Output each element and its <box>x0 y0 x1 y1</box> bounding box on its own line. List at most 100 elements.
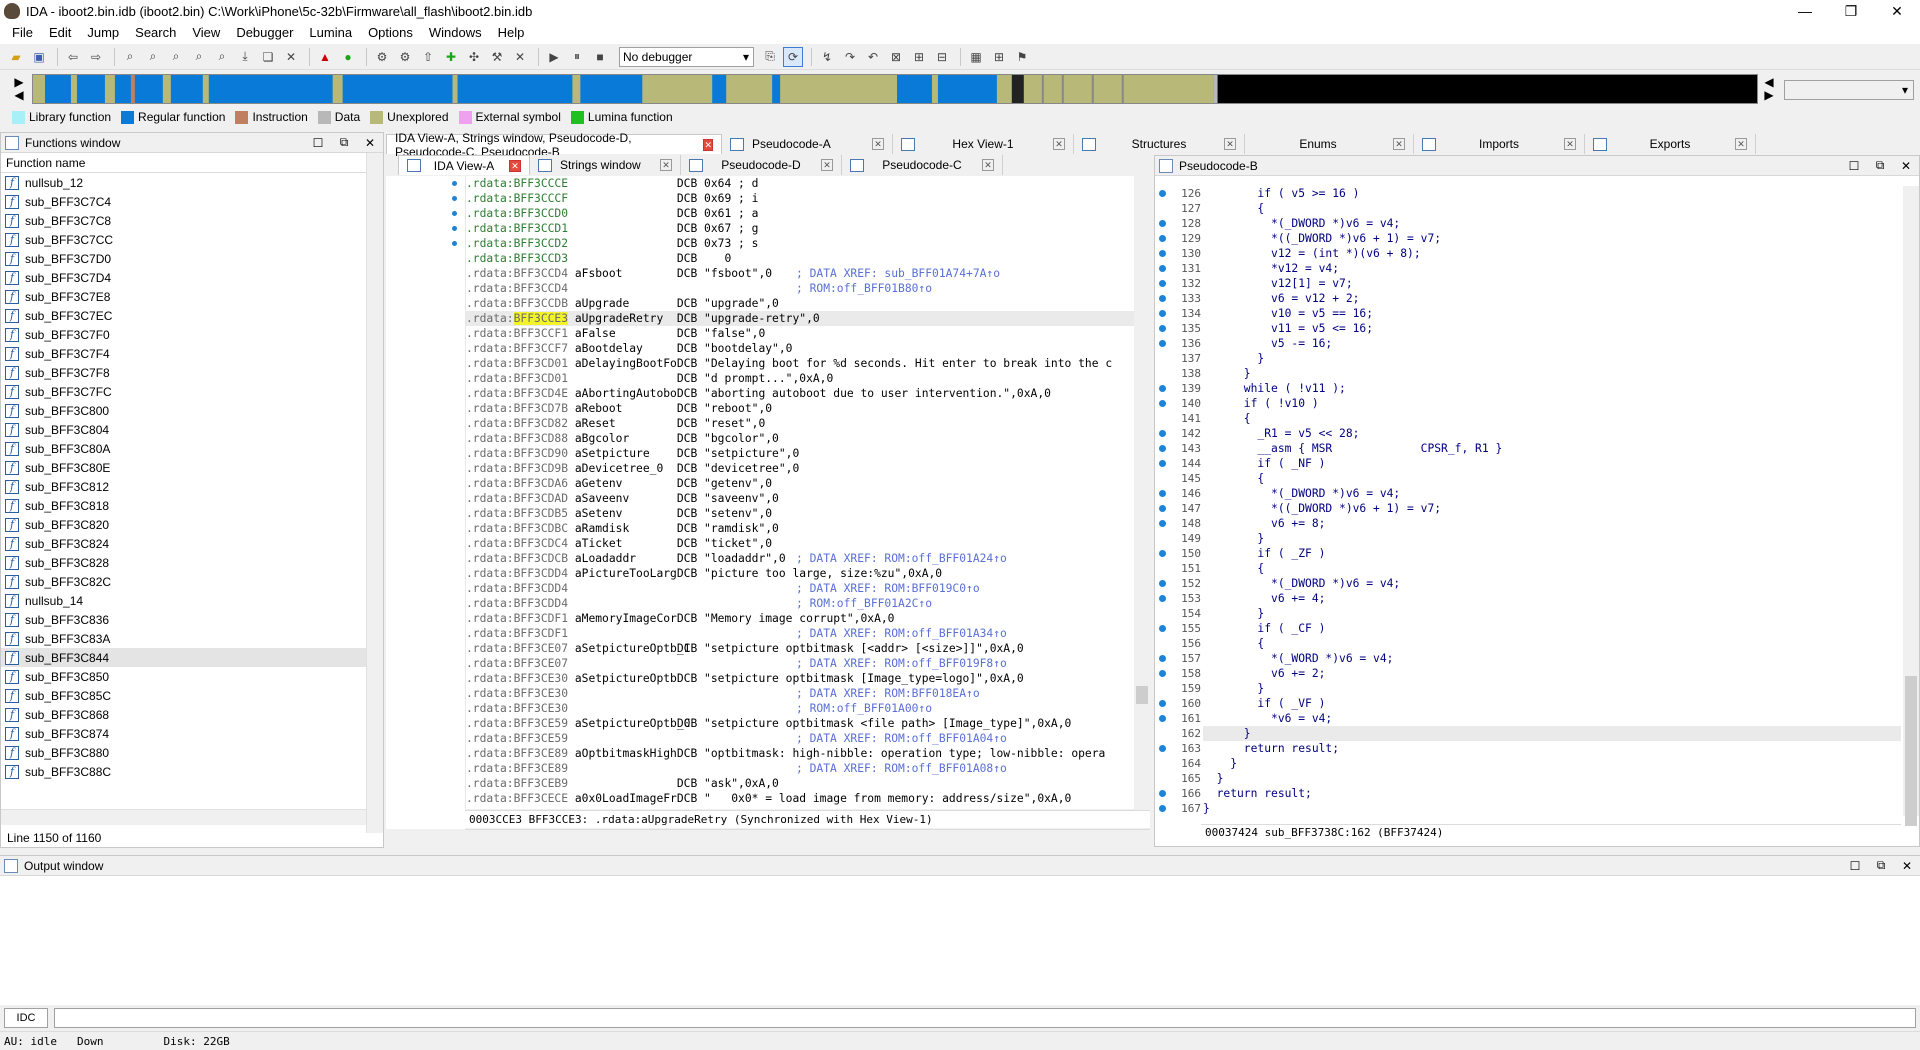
pseudocode-line[interactable]: v6 += 4; <box>1203 591 1901 606</box>
disasm-line[interactable]: .rdata:BFF3CE89 aOptbitmaskHighDCB "optb… <box>466 746 1150 761</box>
breakpoint-dot-icon[interactable] <box>1159 655 1166 662</box>
menu-options[interactable]: Options <box>360 22 421 44</box>
menu-lumina[interactable]: Lumina <box>301 22 360 44</box>
segment-select[interactable] <box>1784 80 1914 100</box>
pseudocode-line[interactable]: v6 += 8; <box>1203 516 1901 531</box>
add-green-icon[interactable]: ✚ <box>441 47 461 67</box>
functions-vertical-scrollbar[interactable] <box>366 153 383 833</box>
pseudocode-line[interactable]: return result; <box>1203 786 1901 801</box>
breakpoint-dot-icon[interactable] <box>1159 190 1166 197</box>
disasm-line[interactable]: .rdata:BFF3CCD3 DCB 0 <box>466 251 1150 266</box>
arrow-up-icon[interactable]: ⇧ <box>418 47 438 67</box>
pseudocode-line[interactable]: v10 = v5 == 16; <box>1203 306 1901 321</box>
disasm-line[interactable]: .rdata:BFF3CD88 aBgcolor DCB "bgcolor",0 <box>466 431 1150 446</box>
function-list-item[interactable]: f nullsub_12 <box>1 173 383 192</box>
disasm-line[interactable]: .rdata:BFF3CCCE DCB 0x64 ; d <box>466 176 1150 191</box>
breakpoint-dot-icon[interactable] <box>1159 325 1166 332</box>
tab-structures[interactable]: Structures ✕ <box>1074 134 1245 154</box>
graph-red-icon[interactable]: ▲ <box>315 47 335 67</box>
disasm-line[interactable]: .rdata:BFF3CCF7 aBootdelay DCB "bootdelay… <box>466 341 1150 356</box>
pseudocode-line[interactable]: __asm { MSR CPSR_f, R1 } <box>1203 441 1901 456</box>
breakpoint-dot-icon[interactable] <box>1159 235 1166 242</box>
menu-search[interactable]: Search <box>127 22 184 44</box>
back-arrow-icon[interactable]: ⇦ <box>63 47 83 67</box>
delete-x-icon[interactable]: ✕ <box>281 47 301 67</box>
function-list-item[interactable]: f sub_BFF3C828 <box>1 553 383 572</box>
disasm-line[interactable]: .rdata:BFF3CCD1 DCB 0x67 ; g <box>466 221 1150 236</box>
function-list-item[interactable]: f sub_BFF3C804 <box>1 420 383 439</box>
function-list-item[interactable]: f sub_BFF3C800 <box>1 401 383 420</box>
pseudocode-line[interactable]: } <box>1203 801 1901 816</box>
close-icon[interactable]: ✕ <box>1393 138 1405 150</box>
pause-icon[interactable]: ⏸ <box>567 47 587 67</box>
disasm-line[interactable]: .rdata:BFF3CE30 ; DATA XREF: ROM:BFF018E… <box>466 686 1150 701</box>
close-icon[interactable]: ✕ <box>1564 138 1576 150</box>
close-icon[interactable]: ✕ <box>660 159 672 171</box>
pseudocode-line[interactable]: if ( _CF ) <box>1203 621 1901 636</box>
maximize-button[interactable]: ❐ <box>1828 0 1874 22</box>
pseudocode-line[interactable]: v6 = v12 + 2; <box>1203 291 1901 306</box>
function-list-item[interactable]: f sub_BFF3C85C <box>1 686 383 705</box>
breakpoint-dot-icon[interactable] <box>1159 670 1166 677</box>
minimize-button[interactable]: — <box>1782 0 1828 22</box>
function-list-item[interactable]: f sub_BFF3C824 <box>1 534 383 553</box>
menu-debugger[interactable]: Debugger <box>228 22 301 44</box>
disasm-horizontal-scrollbar[interactable] <box>465 829 1150 844</box>
pseudocode-line[interactable]: } <box>1203 681 1901 696</box>
breakpoint-dot-icon[interactable] <box>1159 280 1166 287</box>
breakpoint-dot-icon[interactable] <box>1159 790 1166 797</box>
disasm-line[interactable]: .rdata:BFF3CEB9 DCB "ask",0xA,0 <box>466 776 1150 791</box>
disasm-line[interactable]: .rdata:BFF3CDF1 aMemoryImageCorDCB "Memo… <box>466 611 1150 626</box>
breakpoint-dot-icon[interactable] <box>1159 265 1166 272</box>
function-list-item[interactable]: f sub_BFF3C80A <box>1 439 383 458</box>
pseudocode-line[interactable]: } <box>1203 771 1901 786</box>
disasm-line[interactable]: .rdata:BFF3CE07 ; DATA XREF: ROM:off_BFF… <box>466 656 1150 671</box>
disasm-line[interactable]: .rdata:BFF3CDF1 ; DATA XREF: ROM:off_BFF… <box>466 626 1150 641</box>
cross-icon[interactable]: ✣ <box>464 47 484 67</box>
breakpoint-dot-icon[interactable] <box>1159 505 1166 512</box>
functions-horizontal-scrollbar[interactable] <box>1 809 366 825</box>
function-list-item[interactable]: f sub_BFF3C880 <box>1 743 383 762</box>
pseudocode-line[interactable]: if ( _VF ) <box>1203 696 1901 711</box>
pseudocode-editor[interactable]: if ( v5 >= 16 ) { *(_DWORD *)v6 = v4; *(… <box>1203 186 1901 816</box>
search-binary-icon[interactable]: ⌕ <box>189 47 209 67</box>
breakpoint-dot-icon[interactable] <box>1159 400 1166 407</box>
menu-file[interactable]: File <box>4 22 41 44</box>
breakpoint-dot-icon[interactable] <box>1159 595 1166 602</box>
nav-band-bar[interactable] <box>32 74 1758 104</box>
function-list-item[interactable]: f sub_BFF3C868 <box>1 705 383 724</box>
function-list-item[interactable]: f sub_BFF3C844 <box>1 648 383 667</box>
breakpoint-dot-icon[interactable] <box>1159 580 1166 587</box>
pseudocode-line[interactable]: *(_WORD *)v6 = v4; <box>1203 651 1901 666</box>
function-list-item[interactable]: f sub_BFF3C7F8 <box>1 363 383 382</box>
breakpoint-dot-icon[interactable] <box>1159 745 1166 752</box>
attach-icon[interactable]: ⎘ <box>760 47 780 67</box>
function-list-item[interactable]: f sub_BFF3C7F4 <box>1 344 383 363</box>
breakpoint-dot-icon[interactable] <box>1159 625 1166 632</box>
function-list-item[interactable]: f sub_BFF3C80E <box>1 458 383 477</box>
menu-help[interactable]: Help <box>490 22 533 44</box>
breakpoint-dot-icon[interactable] <box>1159 490 1166 497</box>
pseudocode-line[interactable]: } <box>1203 366 1901 381</box>
pseudocode-line[interactable]: *(_DWORD *)v6 = v4; <box>1203 216 1901 231</box>
search-next-icon[interactable]: ⌕ <box>212 47 232 67</box>
close-icon[interactable]: ✕ <box>703 138 713 151</box>
edit-function-icon[interactable]: ⚙ <box>395 47 415 67</box>
menu-view[interactable]: View <box>184 22 228 44</box>
disasm-line[interactable]: .rdata:BFF3CDD4 ; DATA XREF: ROM:BFF019C… <box>466 581 1150 596</box>
menu-edit[interactable]: Edit <box>41 22 79 44</box>
disasm-line[interactable]: .rdata:BFF3CDAD aSaveenv DCB "saveenv",0 <box>466 491 1150 506</box>
tab-pseudocode-c[interactable]: Pseudocode-C ✕ <box>842 155 1003 175</box>
function-list-item[interactable]: f sub_BFF3C88C <box>1 762 383 781</box>
trace-icon[interactable]: ⊞ <box>909 47 929 67</box>
graph-view-icon[interactable]: ⊞ <box>989 47 1009 67</box>
tab-strings-window[interactable]: Strings window ✕ <box>530 155 681 175</box>
pseudocode-line[interactable]: } <box>1203 756 1901 771</box>
command-input[interactable] <box>54 1008 1916 1028</box>
pseudocode-line[interactable]: } <box>1203 606 1901 621</box>
tab-enums[interactable]: Enums ✕ <box>1245 134 1414 154</box>
trace-window-icon[interactable]: ⊟ <box>932 47 952 67</box>
windows-icon[interactable]: ▦ <box>966 47 986 67</box>
disasm-line[interactable]: .rdata:BFF3CDB5 aSetenv DCB "setenv",0 <box>466 506 1150 521</box>
function-list-item[interactable]: f sub_BFF3C7F0 <box>1 325 383 344</box>
